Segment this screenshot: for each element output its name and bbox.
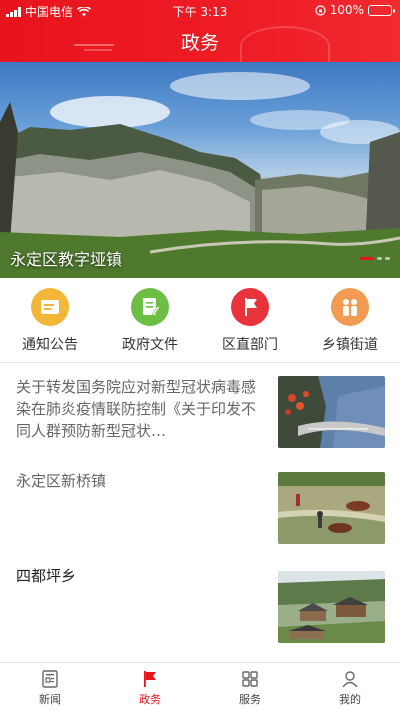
user-icon [342, 671, 358, 688]
tab-label: 我的 [339, 693, 361, 706]
quick-nav-departments[interactable]: 区直部门 [200, 278, 300, 360]
tab-profile[interactable]: 我的 [300, 663, 400, 710]
news-title: 关于转发国务院应对新型冠状病毒感染在肺炎疫情联防控制《关于印发不同人群预防新型冠… [16, 378, 257, 440]
carousel-dot [385, 257, 390, 260]
tab-label: 新闻 [39, 693, 61, 706]
carousel-indicators [360, 257, 390, 260]
news-item[interactable]: 关于转发国务院应对新型冠状病毒感染在肺炎疫情联防控制《关于印发不同人群预防新型冠… [0, 372, 400, 452]
news-item[interactable]: 永定区新桥镇 [0, 470, 400, 550]
tab-label: 服务 [239, 693, 261, 706]
quick-nav-label: 区直部门 [222, 337, 278, 353]
banner-caption: 永定区教字垭镇 [10, 250, 123, 269]
section-divider [0, 362, 400, 363]
quick-nav: 通知公告 政府文件 区直部门 乡镇街道 [0, 278, 400, 360]
grid-icon [242, 671, 258, 687]
quick-nav-documents[interactable]: 政府文件 [100, 278, 200, 360]
news-title: 四都坪乡 [16, 567, 77, 585]
status-bar: 中国电信 下午 3:13 100% [0, 0, 400, 20]
carousel-dot-active [360, 257, 374, 260]
document-icon [131, 288, 169, 326]
rice-field-image [278, 472, 385, 544]
quick-nav-label: 乡镇街道 [322, 337, 378, 353]
tab-government[interactable]: 政务 [100, 663, 200, 710]
quick-nav-notice[interactable]: 通知公告 [0, 278, 100, 360]
news-title: 永定区新桥镇 [16, 472, 107, 490]
header: 中国电信 下午 3:13 100% 政务 [0, 0, 400, 62]
battery-icon [368, 4, 395, 16]
banner-carousel[interactable]: 永定区教字垭镇 [0, 62, 400, 278]
quick-nav-towns[interactable]: 乡镇街道 [300, 278, 400, 360]
carousel-dot [377, 257, 382, 260]
government-flag-icon [144, 671, 156, 687]
news-icon [42, 670, 58, 688]
flag-icon [231, 288, 269, 326]
battery-percent: 100% [329, 3, 364, 17]
quick-nav-label: 政府文件 [122, 337, 178, 353]
people-icon [331, 288, 369, 326]
quick-nav-label: 通知公告 [22, 337, 78, 353]
village-image [278, 571, 385, 643]
page-title: 政务 [180, 32, 219, 54]
orientation-lock-icon [315, 4, 326, 16]
news-item[interactable]: 四都坪乡 [0, 565, 400, 645]
tab-label: 政务 [139, 693, 161, 706]
tab-services[interactable]: 服务 [200, 663, 300, 710]
cliff-road-image [278, 376, 385, 448]
bottom-tab-bar: 新闻 政务 服务 我的 [0, 662, 400, 710]
tab-news[interactable]: 新闻 [0, 663, 100, 710]
notice-icon [31, 288, 69, 326]
